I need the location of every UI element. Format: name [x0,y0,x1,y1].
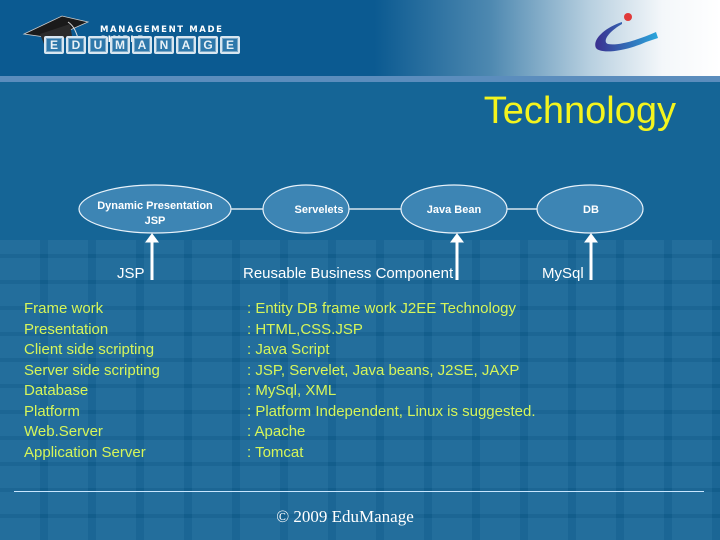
logo-letter: E [44,36,64,54]
architecture-diagram: Dynamic Presentation JSP Servelets Java … [78,184,644,282]
diagram-label-mysql: MySql [542,265,584,282]
technology-spec-list: Frame work : Entity DB frame work J2EE T… [24,299,536,463]
logo-letter: E [220,36,240,54]
spec-value: : MySql, XML [247,382,337,399]
spec-value: : Platform Independent, Linux is suggest… [247,402,536,420]
spec-row: Server side scripting : JSP, Servelet, J… [24,361,536,382]
spec-key: Web.Server [24,423,103,440]
spec-row: Frame work : Entity DB frame work J2EE T… [24,299,536,320]
logo-letters: E D U M A N A G E [44,36,240,54]
logo-letter: D [66,36,86,54]
spec-key: Application Server [24,443,146,461]
spec-value: : Apache [247,423,306,440]
node-label: DB [583,204,599,216]
spec-row: Database : MySql, XML [24,381,536,402]
spec-key: Client side scripting [24,341,155,358]
spec-key: Presentation [24,320,109,338]
node-label: JSP [145,215,166,227]
spec-key: Platform [24,402,80,420]
footer-divider [14,491,704,492]
spec-value: : HTML,CSS.JSP [247,320,363,338]
spec-row: Application Server : Tomcat [24,443,536,464]
arrow-head [584,233,598,243]
spec-row: Platform : Platform Independent, Linux i… [24,402,536,423]
edumanage-logo: MANAGEMENT MADE SIMPLE E D U M A N A G E [22,12,242,62]
spec-row: Web.Server : Apache [24,422,536,443]
logo-letter: A [132,36,152,54]
spec-key: Database [24,382,89,399]
logo-letter: N [154,36,174,54]
spec-value: : Tomcat [247,443,304,461]
swoosh-logo-icon [595,13,658,52]
footer-copyright: © 2009 EduManage [276,507,414,526]
logo-letter: A [176,36,196,54]
spec-row: Presentation : HTML,CSS.JSP [24,320,536,341]
arrow-head [450,233,464,243]
logo-letter: M [110,36,130,54]
spec-key: Frame work [24,300,104,317]
slide-header: MANAGEMENT MADE SIMPLE E D U M A N A G E [0,0,720,76]
node-label: Dynamic Presentation [97,200,213,212]
diagram-label-reusable: Reusable Business Component [243,265,454,282]
slide-title: Technology [483,90,676,132]
logo-letter: U [88,36,108,54]
spec-row: Client side scripting : Java Script [24,340,536,361]
node-label: Java Bean [427,204,482,216]
spec-value: : Entity DB frame work J2EE Technology [247,300,517,317]
arrow-head [145,233,159,243]
logo-letter: G [198,36,218,54]
spec-value: : Java Script [247,341,330,358]
spec-key: Server side scripting [24,361,160,379]
spec-value: : JSP, Servelet, Java beans, J2SE, JAXP [247,361,520,379]
header-divider [0,76,720,82]
node-label: Servelets [295,204,344,216]
diagram-label-jsp: JSP [117,265,145,282]
